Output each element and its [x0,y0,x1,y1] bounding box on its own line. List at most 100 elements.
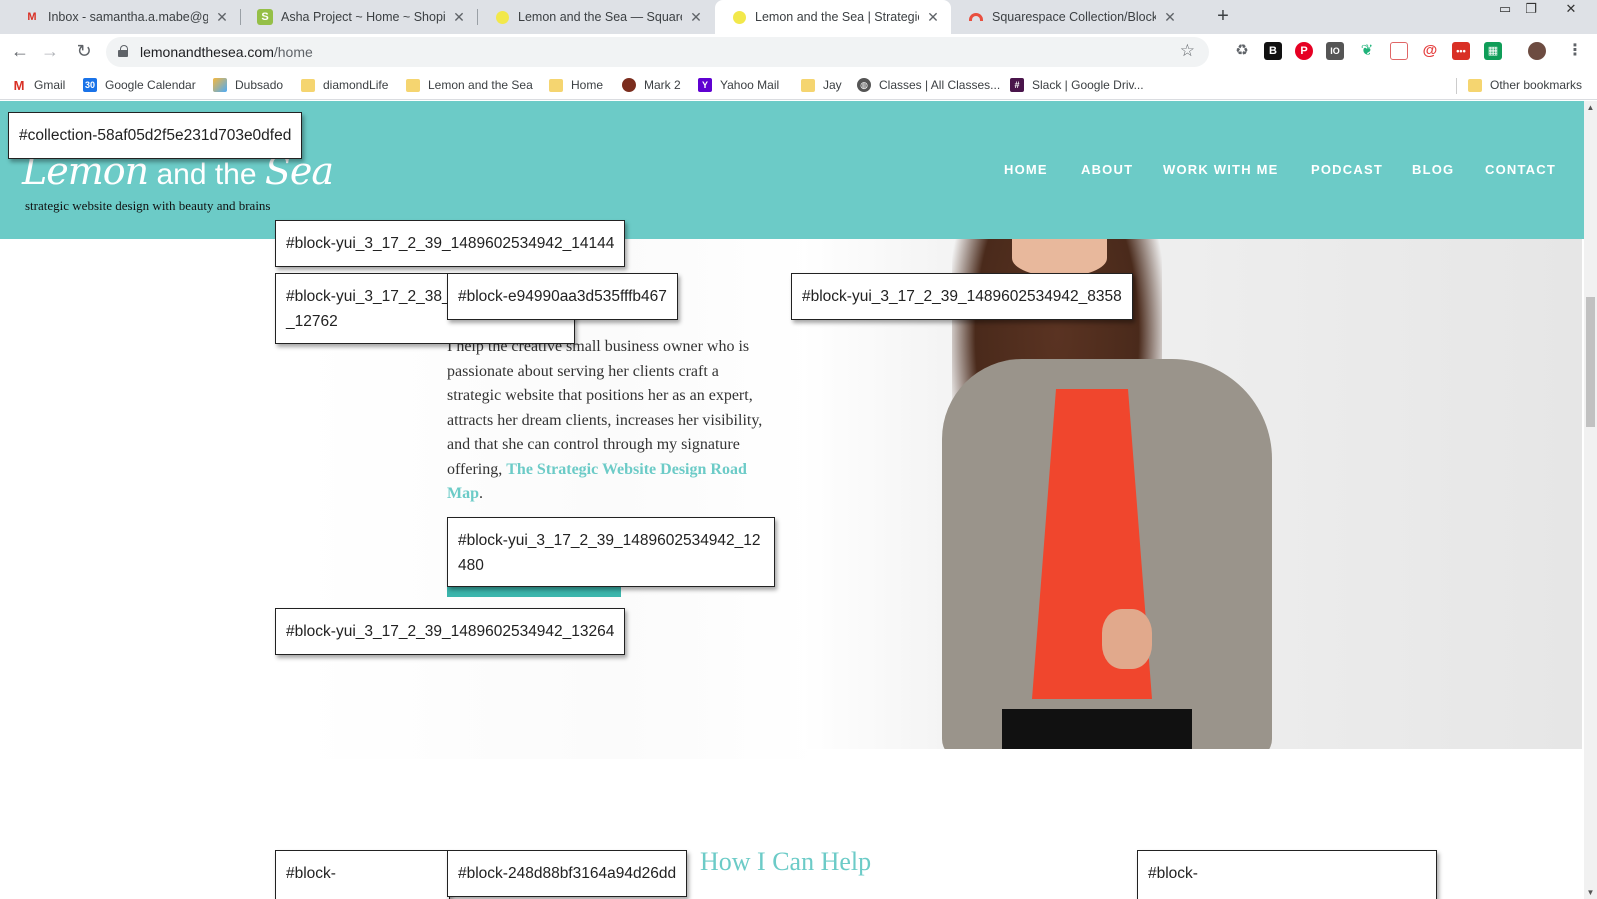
dubsado-icon [213,78,227,92]
tab-title: Squarespace Collection/Block Identifier [992,10,1156,24]
intro-text: I help the creative small business owner… [447,338,763,478]
lock-icon [118,45,128,57]
scrollbar-thumb[interactable] [1586,297,1595,427]
block-label-bottom-left[interactable]: #block- [275,850,450,899]
intro-end: . [479,485,483,502]
page-scrollbar[interactable]: ▲ ▼ [1584,101,1597,899]
reload-button[interactable]: ↻ [72,40,96,64]
block-label-bottom-right[interactable]: #block- [1137,850,1437,899]
tab-squarespace[interactable]: Lemon and the Sea — Squarespace ✕ [478,0,714,34]
bookmark-label: Gmail [34,78,66,92]
close-window-button[interactable]: ✕ [1560,0,1582,20]
tab-title: Lemon and the Sea — Squarespace [518,10,682,24]
globe-icon: ◍ [857,78,871,92]
browser-window: M Inbox - samantha.a.mabe@gmail.com ✕ S … [0,0,1597,899]
bookmark-label: Google Calendar [105,78,196,92]
bookmark-label: Other bookmarks [1490,78,1583,92]
shopify-icon: S [257,9,273,25]
bookmark-label: Classes | All Classes... [879,78,1001,92]
lemon-icon [494,9,510,25]
bookmark-label: Yahoo Mail [720,78,780,92]
nav-work-with-me[interactable]: WORK WITH ME [1163,162,1279,177]
slack-icon: # [1010,78,1024,92]
block-label-12480[interactable]: #block-yui_3_17_2_39_1489602534942_12480 [447,517,775,587]
lemon-icon [731,9,747,25]
close-icon[interactable]: ✕ [1162,9,1178,26]
new-tab-button[interactable]: + [1211,5,1235,29]
nav-contact[interactable]: CONTACT [1485,162,1556,177]
tab-title: Inbox - samantha.a.mabe@gmail.com [48,10,208,24]
tab-title: Lemon and the Sea | Strategic Website [755,10,919,24]
calendar-icon: 30 [83,78,97,92]
b-extension-icon[interactable]: B [1264,42,1282,60]
io-extension-icon[interactable]: IO [1326,42,1344,60]
bookmark-mark-2[interactable]: Mark 2 [622,77,681,93]
bookmark-label: Lemon and the Sea [428,78,533,92]
intro-paragraph: I help the creative small business owner… [447,335,767,507]
bookmark-jay[interactable]: Jay [801,77,842,93]
restore-button[interactable]: ❐ [1520,0,1542,20]
forward-button[interactable]: → [38,40,62,64]
bookmark-star-icon[interactable]: ☆ [1180,41,1195,61]
sheets-extension-icon[interactable]: ▦ [1484,42,1502,60]
bookmark-dubsado[interactable]: Dubsado [213,77,283,93]
block-label-e94990[interactable]: #block-e94990aa3d535fffb467 [447,273,678,320]
block-label-248d88[interactable]: #block-248d88bf3164a94d26dd [447,850,688,897]
bookmark-gmail[interactable]: M Gmail [12,77,66,93]
block-label-8358[interactable]: #block-yui_3_17_2_39_1489602534942_8358 [791,273,1133,320]
block-label-collection[interactable]: #collection-58af05d2f5e231d703e0dfed [8,112,303,159]
folder-icon [301,78,315,92]
block-label-13264[interactable]: #block-yui_3_17_2_39_1489602534942_13264 [275,608,626,655]
bookmark-classes[interactable]: ◍ Classes | All Classes... [857,77,1000,93]
photo-face [1012,239,1107,277]
dots-extension-icon[interactable]: ••• [1452,42,1470,60]
tab-lemon-and-the-sea[interactable]: Lemon and the Sea | Strategic Website ✕ [715,0,951,34]
bookmark-google-calendar[interactable]: 30 Google Calendar [83,77,196,93]
nav-blog[interactable]: BLOG [1412,162,1454,177]
bookmark-home[interactable]: Home [549,77,603,93]
tab-gmail[interactable]: M Inbox - samantha.a.mabe@gmail.com ✕ [8,0,240,34]
bookmark-label: diamondLife [323,78,389,92]
url-text[interactable]: lemonandthesea.com/home [140,44,313,60]
back-button[interactable]: ← [8,40,32,64]
browser-toolbar: ← → ↻ lemonandthesea.com/home ☆ ♻ B P IO… [0,34,1597,70]
leaf-extension-icon[interactable]: ❦ [1358,42,1376,60]
photo-pants [1002,709,1192,749]
bookmarks-bar: M Gmail 30 Google Calendar Dubsado diamond… [0,70,1597,100]
bookmark-label: Jay [823,78,842,92]
recycle-extension-icon[interactable]: ♻ [1233,42,1251,60]
menu-kebab-icon[interactable]: ⋮ [1566,42,1584,60]
close-icon[interactable]: ✕ [214,9,230,26]
close-icon[interactable]: ✕ [925,9,941,26]
nav-podcast[interactable]: PODCAST [1311,162,1383,177]
nav-home[interactable]: HOME [1004,162,1048,177]
spiral-extension-icon[interactable]: @ [1421,42,1439,60]
bookmark-yahoo-mail[interactable]: Y Yahoo Mail [698,77,779,93]
scroll-up-icon[interactable]: ▲ [1586,103,1595,112]
nav-about[interactable]: ABOUT [1081,162,1133,177]
bookmark-label: Home [571,78,604,92]
pinterest-icon[interactable]: P [1295,42,1313,60]
block-label-14144[interactable]: #block-yui_3_17_2_39_1489602534942_14144 [275,220,626,267]
bookmark-diamondlife[interactable]: diamondLife [301,77,388,93]
rainbow-icon [968,9,984,25]
photo-hand [1102,609,1152,669]
avatar[interactable] [1528,42,1546,60]
gmail-icon: M [13,77,25,93]
tab-block-identifier[interactable]: Squarespace Collection/Block Identifier … [952,0,1188,34]
tab-shopify[interactable]: S Asha Project ~ Home ~ Shopify ✕ [241,0,477,34]
minimize-button[interactable]: ▭ [1494,0,1516,20]
address-bar[interactable]: lemonandthesea.com/home ☆ [106,37,1209,67]
scroll-down-icon[interactable]: ▼ [1586,888,1595,897]
bookmark-other-bookmarks[interactable]: Other bookmarks [1468,77,1582,93]
close-icon[interactable]: ✕ [451,9,467,26]
url-host: lemonandthesea.com [140,44,274,60]
tab-title: Asha Project ~ Home ~ Shopify [281,10,445,24]
close-icon[interactable]: ✕ [688,9,704,26]
bookmark-slack[interactable]: # Slack | Google Driv... [1010,77,1144,93]
folder-icon [1468,78,1482,92]
bookmark-lemon-and-the-sea[interactable]: Lemon and the Sea [406,77,533,93]
calendar-extension-icon[interactable] [1390,42,1408,60]
page-viewport: Lemon and the Sea strategic website desi… [0,101,1584,899]
url-path: /home [273,44,313,60]
